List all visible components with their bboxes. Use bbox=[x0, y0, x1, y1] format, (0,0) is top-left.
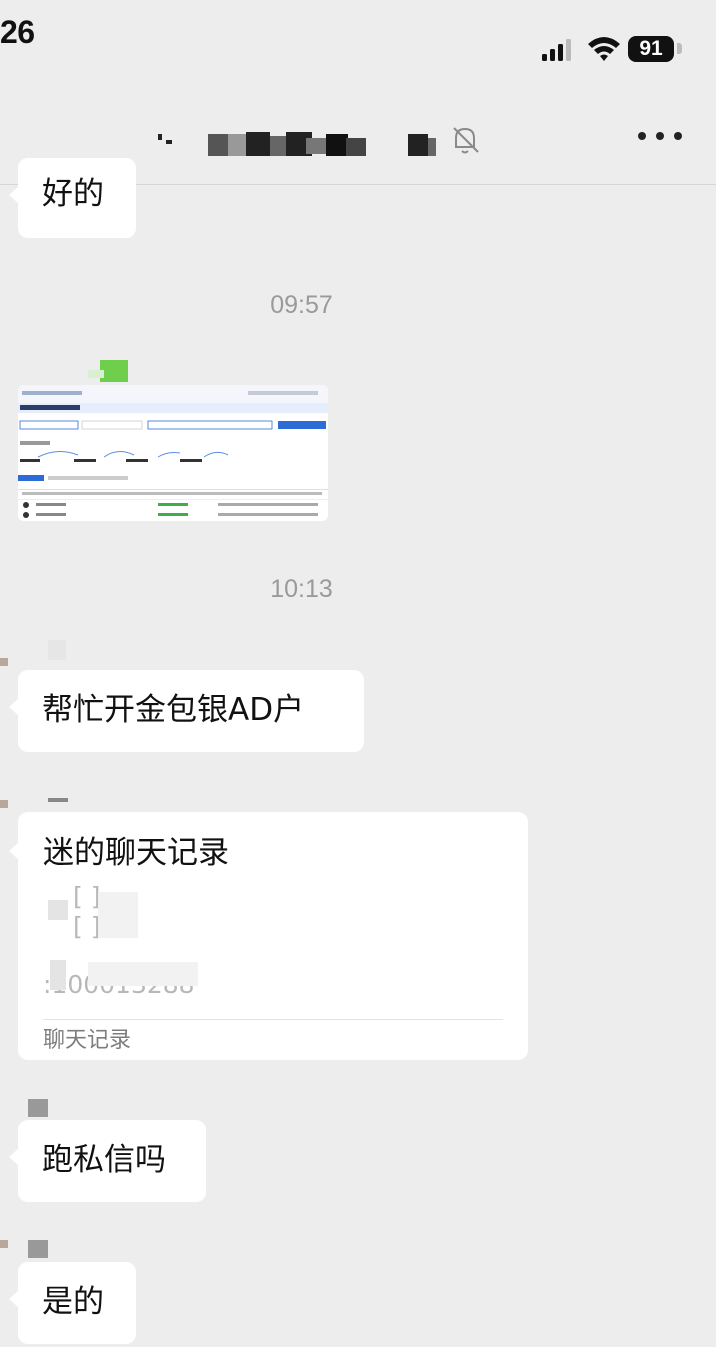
status-time: 26 bbox=[0, 14, 35, 50]
message-timestamp: 10:13 bbox=[270, 575, 333, 603]
message-bubble[interactable]: 帮忙开金包银AD户 bbox=[9, 670, 364, 752]
chat-title-redacted bbox=[158, 132, 436, 156]
sender-name-redacted bbox=[28, 1240, 48, 1258]
avatar bbox=[0, 800, 8, 808]
redaction-block bbox=[88, 962, 198, 986]
image-message-screenshot[interactable] bbox=[18, 385, 328, 521]
bell-off-icon bbox=[453, 127, 479, 154]
wifi-icon bbox=[588, 37, 620, 61]
more-options-button[interactable] bbox=[638, 126, 682, 146]
record-title: 迷的聊天记录 bbox=[43, 835, 229, 871]
record-footer-label: 聊天记录 bbox=[43, 1028, 132, 1053]
message-text: 是的 bbox=[42, 1284, 104, 1320]
ellipsis-icon bbox=[638, 132, 646, 140]
sender-name-redacted bbox=[48, 640, 66, 660]
chat-record-card[interactable]: 迷的聊天记录 [ ] [ ] :100013288 聊天记录 bbox=[9, 812, 528, 1060]
avatar bbox=[0, 658, 8, 666]
screenshot-thumbnail bbox=[18, 385, 328, 521]
message-text: 跑私信吗 bbox=[42, 1142, 166, 1178]
avatar bbox=[0, 1240, 8, 1248]
sender-name-redacted bbox=[48, 798, 68, 802]
sender-badge bbox=[88, 360, 128, 382]
message-bubble[interactable]: 跑私信吗 bbox=[9, 1120, 206, 1202]
message-bubble[interactable]: 好的 bbox=[9, 158, 136, 238]
redaction-block bbox=[50, 960, 66, 990]
battery-cap bbox=[677, 43, 682, 54]
battery-indicator: 91 bbox=[628, 36, 674, 62]
status-bar: 26 91 bbox=[0, 0, 716, 80]
message-text: 好的 bbox=[42, 176, 104, 212]
record-preview-line: [ ] bbox=[73, 882, 101, 911]
message-text: 帮忙开金包银AD户 bbox=[42, 692, 305, 728]
record-divider bbox=[43, 1019, 503, 1020]
message-timestamp: 09:57 bbox=[270, 291, 333, 319]
record-preview-line: [ ] bbox=[73, 912, 101, 941]
redaction-block bbox=[98, 892, 138, 938]
sender-name-redacted bbox=[28, 1099, 48, 1117]
message-bubble[interactable]: 是的 bbox=[9, 1262, 136, 1344]
redaction-block bbox=[48, 900, 68, 920]
signal-icon bbox=[542, 39, 571, 61]
